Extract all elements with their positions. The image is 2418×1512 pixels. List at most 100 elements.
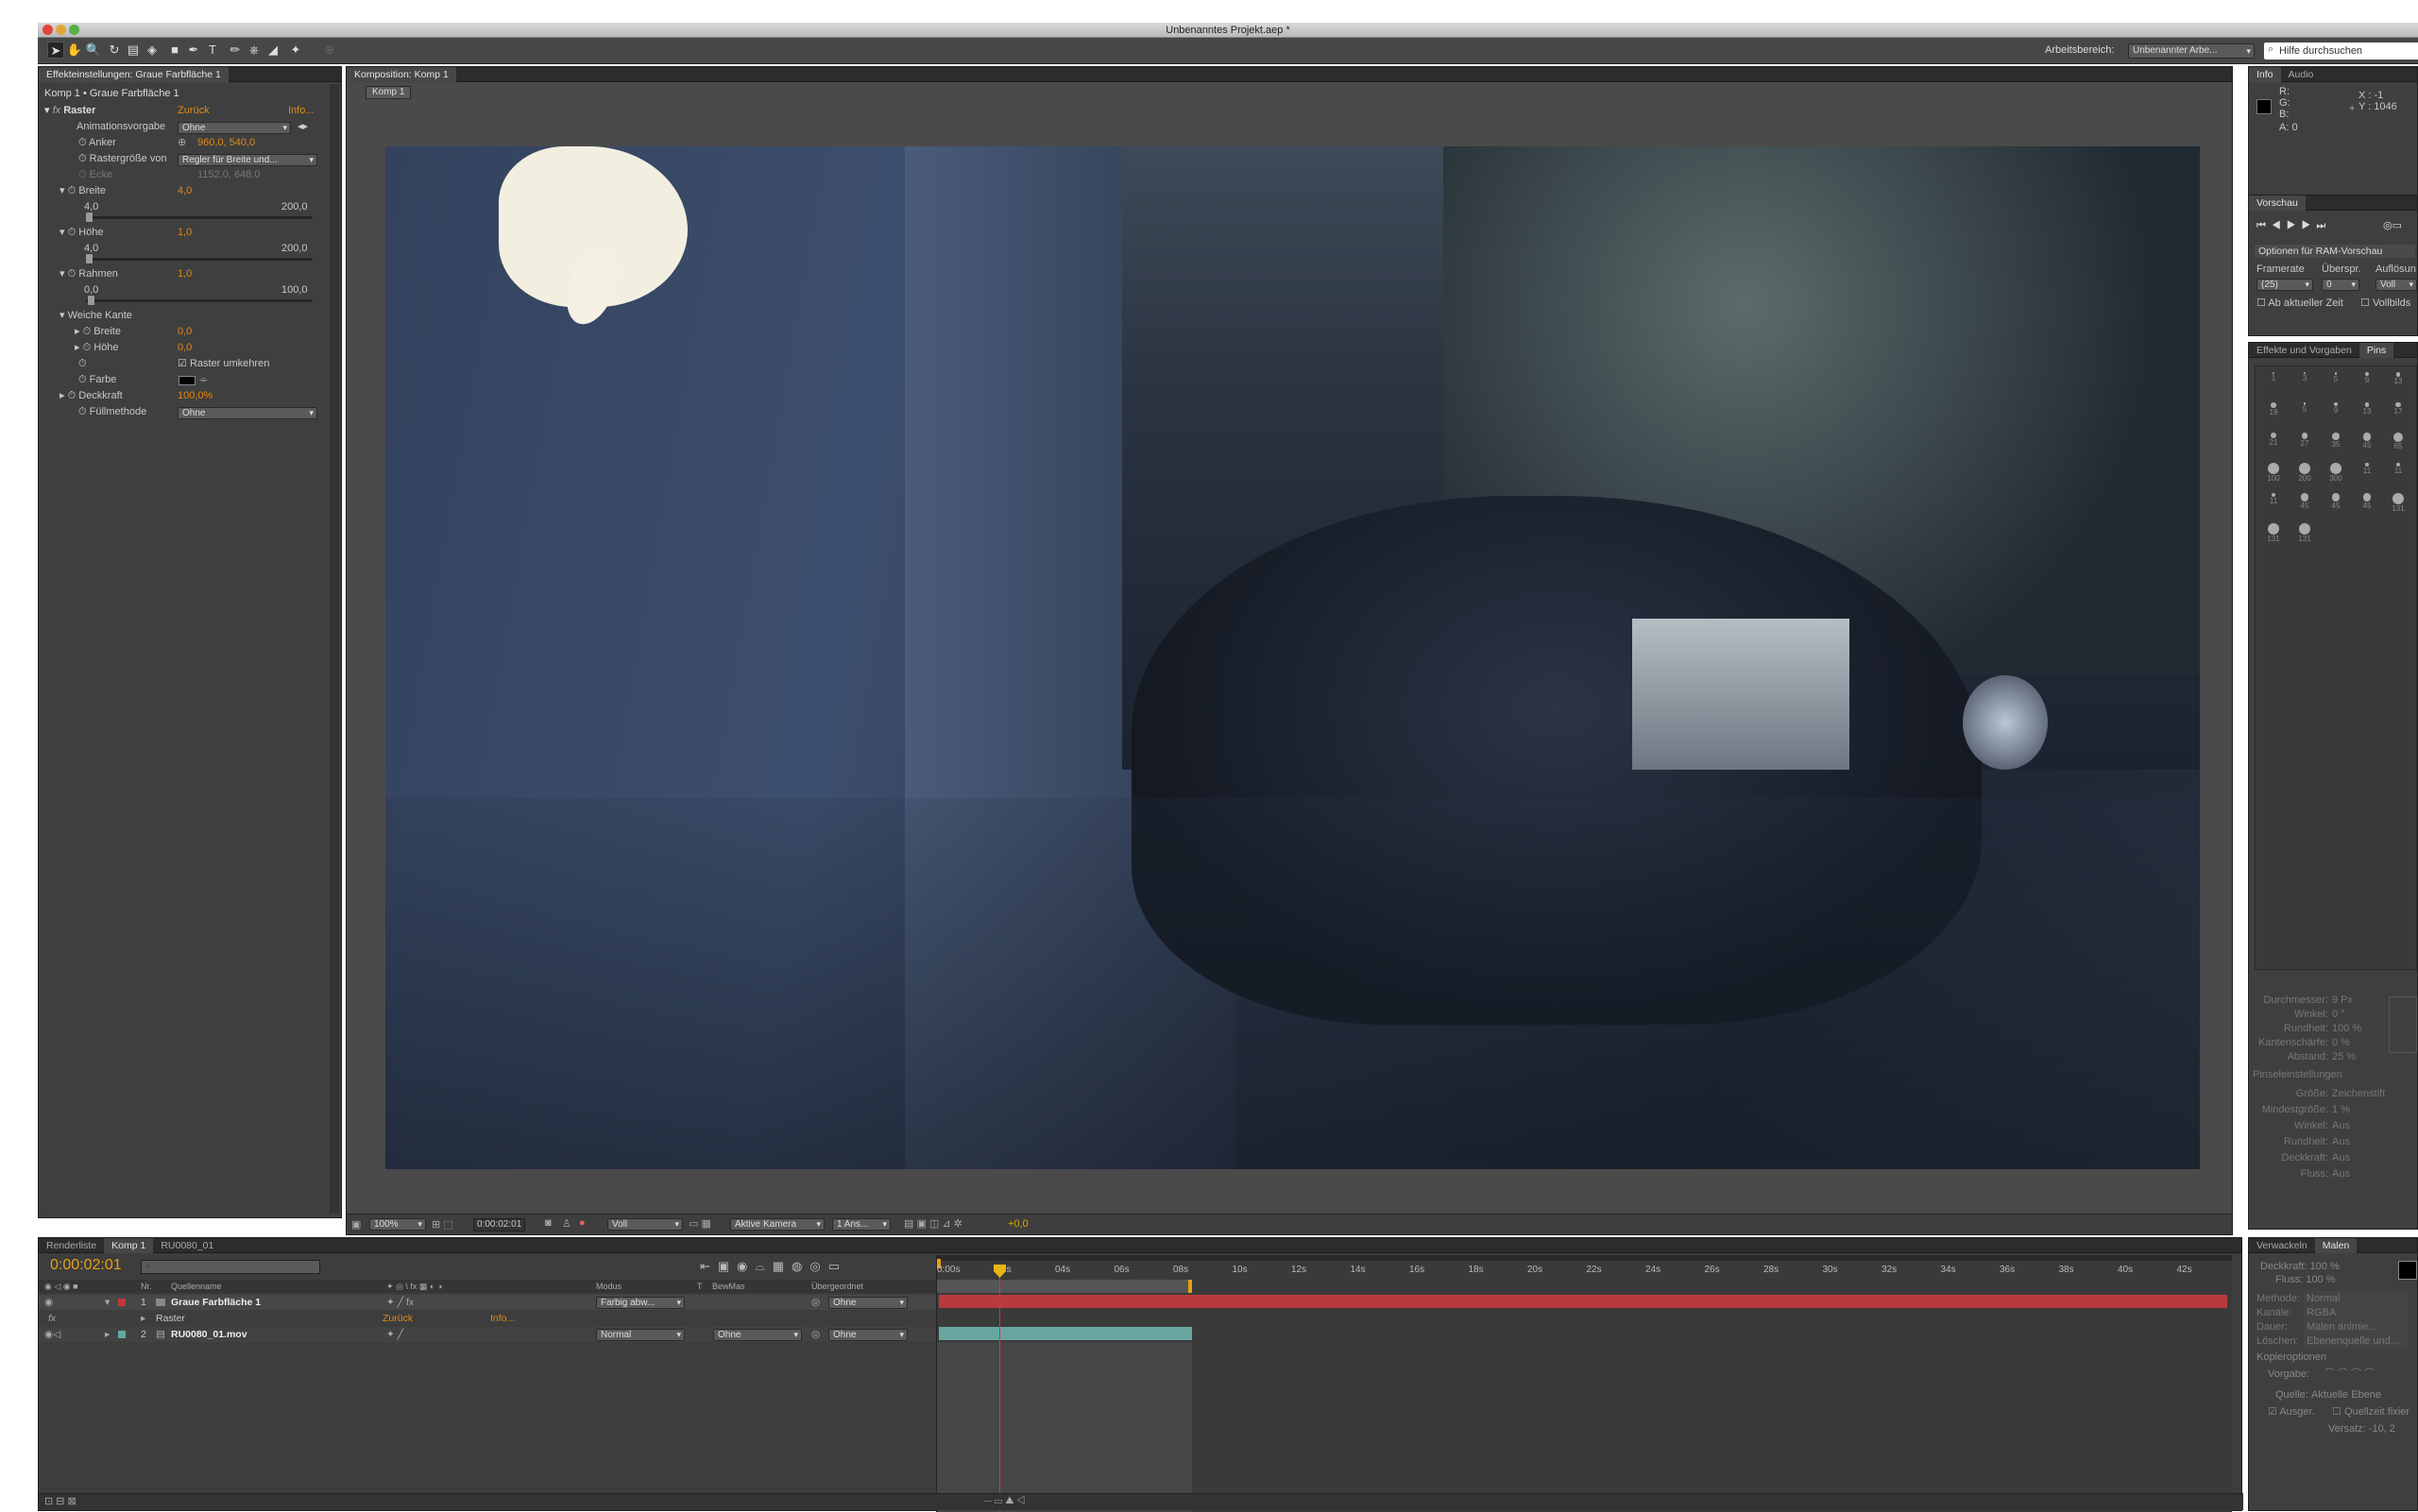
disclosure-triangle-icon[interactable]: ▸ xyxy=(141,1311,145,1326)
ram-options-header[interactable]: Optionen für RAM-Vorschau xyxy=(2255,245,2415,258)
eraser-tool-icon[interactable]: ◢ xyxy=(264,42,281,59)
help-search-input[interactable]: Hilfe durchsuchen xyxy=(2264,42,2418,59)
brush-tip[interactable]: 45 xyxy=(2290,491,2319,510)
rectangle-tool-icon[interactable]: ■ xyxy=(166,42,183,59)
brush-dynamic[interactable]: Winkel: Aus xyxy=(2253,1118,2394,1133)
brush-dynamic[interactable]: Fluss: Aus xyxy=(2253,1166,2394,1181)
preset-buttons-icon[interactable]: ⌒ ⌒ ⌒ ⌒ xyxy=(2324,1367,2375,1382)
width-slider-knob[interactable] xyxy=(86,212,93,222)
exposure-value[interactable]: +0,0 xyxy=(1008,1218,1029,1230)
brush-setting[interactable]: Abstand: 25 % xyxy=(2253,1049,2394,1064)
blend-mode-dropdown[interactable]: Ohne xyxy=(178,407,317,419)
brush-dynamic[interactable]: Deckkraft: Aus xyxy=(2253,1150,2394,1165)
stopwatch-icon[interactable]: ⏱ xyxy=(78,356,87,371)
tab-paint[interactable]: Malen xyxy=(2314,1238,2358,1253)
brush-tip[interactable]: 131 xyxy=(2259,521,2288,543)
col-source[interactable]: Quellenname xyxy=(171,1280,222,1293)
brush-setting[interactable]: Rundheit: 100 % xyxy=(2253,1021,2394,1036)
hand-tool-icon[interactable]: ✋ xyxy=(66,42,83,59)
layer-1-switches[interactable]: ✦ ╱ fx xyxy=(386,1295,414,1310)
brush-setting[interactable]: Durchmesser: 9 Px xyxy=(2253,993,2394,1008)
comp-timecode[interactable]: 0:00:02:01 xyxy=(473,1218,526,1232)
disclosure-triangle-icon[interactable]: ▸ xyxy=(105,1327,110,1342)
brush-tip[interactable]: 35 xyxy=(2322,431,2350,450)
time-graph[interactable]: 0:00s02s04s06s08s10s12s14s16s18s20s22s24… xyxy=(936,1255,2232,1512)
effect-row-reset[interactable]: Zurück xyxy=(383,1311,413,1326)
layer-label-color[interactable] xyxy=(118,1331,126,1338)
disclosure-triangle-icon[interactable]: ▾ xyxy=(60,185,65,196)
brush-tip[interactable]: 13 xyxy=(2384,370,2412,389)
zoom-slider-icon[interactable]: ⏤ ▭ ⛰ ◁ xyxy=(983,1495,1025,1507)
brush-setting-value[interactable]: 25 % xyxy=(2332,1051,2356,1062)
selection-tool-icon[interactable]: ➤ xyxy=(47,42,64,59)
visibility-eye-icon[interactable]: ◉◁ xyxy=(44,1327,60,1342)
tab-info[interactable]: Info xyxy=(2249,67,2281,82)
brush-setting[interactable]: Kantenschärfe: 0 % xyxy=(2253,1035,2394,1050)
tab-render-queue[interactable]: Renderliste xyxy=(39,1238,104,1253)
roi-icon[interactable]: ▭ ▦ xyxy=(689,1217,711,1230)
fullscreen-checkbox[interactable]: ☐ xyxy=(2360,297,2370,309)
layer-2-bar[interactable] xyxy=(939,1327,1192,1340)
effect-reset-link[interactable]: Zurück xyxy=(178,103,210,118)
layer-1-bar[interactable] xyxy=(939,1295,2227,1308)
disclosure-triangle-icon[interactable]: ▾ xyxy=(105,1295,110,1310)
border-slider-knob[interactable] xyxy=(88,296,94,305)
height-slider[interactable] xyxy=(86,254,313,263)
brush-tip[interactable]: 11 xyxy=(2259,491,2288,510)
brush-tip[interactable]: 45 xyxy=(2353,491,2381,510)
brush-tip[interactable]: 19 xyxy=(2259,400,2288,419)
text-tool-icon[interactable]: T xyxy=(204,42,221,59)
brush-dynamic-value[interactable]: Aus xyxy=(2332,1120,2350,1131)
brush-dynamic-value[interactable]: Aus xyxy=(2332,1168,2350,1180)
layer-2-parent-dropdown[interactable]: Ohne xyxy=(828,1329,908,1341)
brush-dynamic[interactable]: Größe: Zeichenstift xyxy=(2253,1086,2394,1101)
invert-grid-checkbox[interactable]: ☑ xyxy=(178,358,187,369)
work-area-bar[interactable] xyxy=(937,1255,2232,1261)
lock-source-checkbox[interactable]: ☐ xyxy=(2332,1406,2341,1418)
brush-dynamic-value[interactable]: Aus xyxy=(2332,1136,2350,1147)
grid-size-dropdown[interactable]: Regler für Breite und... xyxy=(178,154,317,166)
paint-setting-dropdown[interactable]: Ebenenquelle und... xyxy=(2304,1334,2408,1349)
views-dropdown[interactable]: 1 Ans... xyxy=(832,1218,891,1231)
tab-effects-presets[interactable]: Effekte und Vorgaben xyxy=(2249,343,2359,358)
stopwatch-icon[interactable]: ⏱ xyxy=(68,227,77,238)
layer-2-trkmat-dropdown[interactable]: Ohne xyxy=(713,1329,802,1341)
resolution-dropdown[interactable]: Voll xyxy=(607,1218,683,1231)
layer-2-switches[interactable]: ✦ ╱ xyxy=(386,1327,403,1342)
brush-setting-value[interactable]: 9 Px xyxy=(2332,994,2353,1006)
channel-icon[interactable]: ● xyxy=(579,1217,586,1229)
rotate-tool-icon[interactable]: ↻ xyxy=(106,42,123,59)
disclosure-triangle-icon[interactable]: ▸ xyxy=(75,326,80,337)
pickwhip-icon[interactable]: ◎ xyxy=(811,1327,820,1342)
disclosure-triangle-icon[interactable]: ▸ xyxy=(75,342,80,353)
foreground-color-swatch[interactable] xyxy=(2398,1261,2417,1280)
stopwatch-icon[interactable]: ⏱ xyxy=(78,137,87,148)
fx-icon[interactable]: fx xyxy=(53,105,61,116)
snapshot-icon[interactable]: ◙ xyxy=(545,1217,552,1229)
paint-setting[interactable]: Dauer: Malen animie... xyxy=(2256,1319,2417,1334)
brush-setting-value[interactable]: 100 % xyxy=(2332,1023,2361,1034)
brush-dynamic-value[interactable]: 1 % xyxy=(2332,1104,2350,1115)
layer-label-color[interactable] xyxy=(118,1299,126,1306)
brush-tip[interactable]: 5 xyxy=(2322,370,2350,389)
layer-2-mode-dropdown[interactable]: Normal xyxy=(596,1329,685,1341)
stopwatch-icon[interactable]: ⏱ xyxy=(68,390,77,401)
fx-icon[interactable]: fx xyxy=(48,1311,56,1326)
brush-tip[interactable]: 5 xyxy=(2290,400,2319,419)
border-value[interactable]: 1,0 xyxy=(178,266,192,281)
playback-controls[interactable]: ⏮◀▶▶⏭ xyxy=(2256,218,2331,233)
time-ruler[interactable]: 0:00s02s04s06s08s10s12s14s16s18s20s22s24… xyxy=(937,1265,2232,1278)
brush-tip[interactable]: 45 xyxy=(2322,491,2350,510)
work-area-end[interactable] xyxy=(1188,1280,1192,1293)
disclosure-triangle-icon[interactable]: ▾ xyxy=(60,268,65,280)
playhead[interactable] xyxy=(999,1266,1000,1512)
show-snapshot-icon[interactable]: ♙ xyxy=(562,1217,571,1230)
brush-tip[interactable]: 11 xyxy=(2384,461,2412,480)
aligned-checkbox[interactable]: ☑ xyxy=(2268,1406,2277,1418)
brush-tip[interactable]: 27 xyxy=(2290,431,2319,450)
tab-audio[interactable]: Audio xyxy=(2281,67,2322,82)
brush-tip-grid[interactable]: 1 3 5 9 13 19 5 9 13 17 21 27 35 45 65 100 200 300 11 11 11 4… xyxy=(2255,365,2417,970)
layer-1-parent-dropdown[interactable]: Ohne xyxy=(828,1297,908,1309)
zoom-window-button[interactable] xyxy=(69,25,79,35)
layer-2-name[interactable]: RU0080_01.mov xyxy=(171,1327,247,1342)
